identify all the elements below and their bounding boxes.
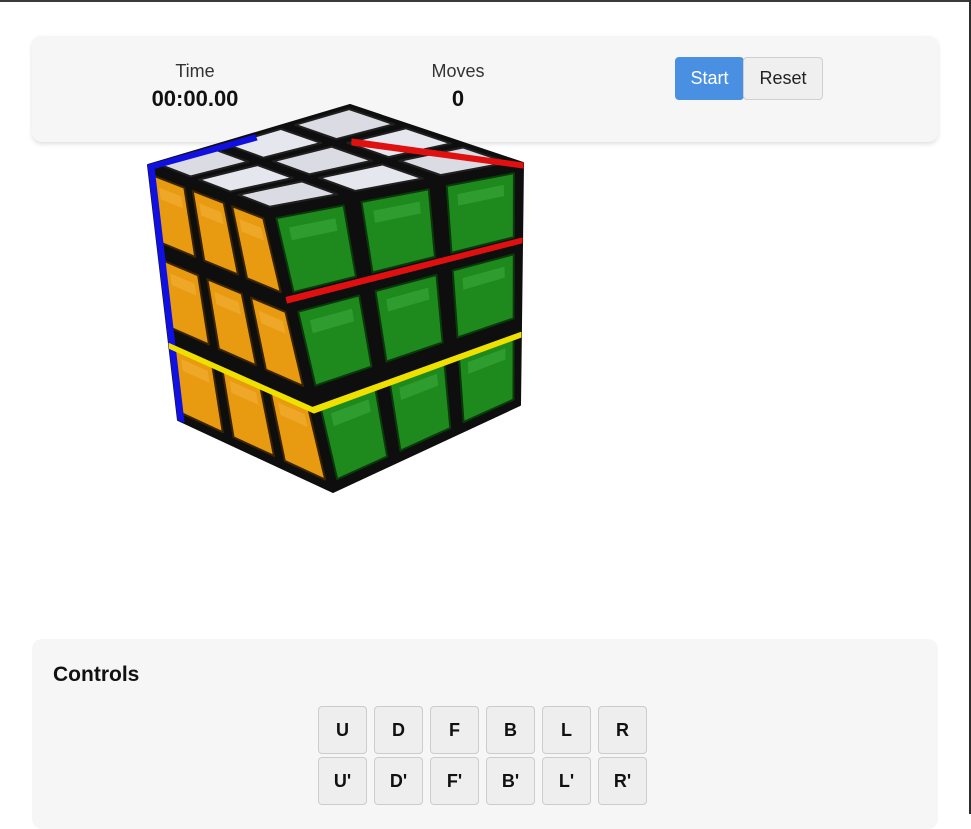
start-button[interactable]: Start — [675, 57, 744, 100]
cube-front-sticker-shine-2-2 — [277, 402, 308, 428]
cube-right-sticker-shine-2-1 — [462, 266, 505, 290]
cube-top-sticker-1-2 — [317, 163, 424, 192]
controls-title: Controls — [53, 663, 140, 686]
move-button-b-prime[interactable]: B' — [486, 757, 535, 805]
cube-right-sticker-shine-0-2 — [330, 399, 371, 427]
time-stat: Time 00:00.00 — [115, 60, 275, 113]
cube-front-sticker-shine-0-2 — [181, 359, 210, 383]
cube-front-sticker-shine-2-1 — [258, 310, 286, 334]
cube-right-sticker-2-0 — [445, 172, 515, 254]
cube-front-sticker-1-2 — [220, 366, 276, 457]
move-button-r[interactable]: R — [598, 706, 647, 754]
cube-right-sticker-shine-0-0 — [289, 218, 338, 241]
cube-right-sticker-shine-1-0 — [373, 201, 421, 223]
move-button-l-prime[interactable]: L' — [542, 757, 591, 805]
cube-right-sticker-0-1 — [297, 294, 373, 387]
cube-front-sticker-0-1 — [162, 259, 211, 346]
top-edge-red — [351, 138, 524, 169]
cube-front-sticker-shine-1-0 — [199, 203, 224, 225]
cube-right-sticker-shine-2-2 — [467, 348, 506, 374]
cube-front-sticker-shine-1-2 — [229, 380, 259, 406]
move-button-u-prime[interactable]: U' — [318, 757, 367, 805]
reset-button[interactable]: Reset — [743, 57, 823, 100]
cube-right-sticker-shine-0-1 — [309, 308, 355, 334]
move-button-l[interactable]: L — [542, 706, 591, 754]
move-button-f[interactable]: F — [430, 706, 479, 754]
cube-top-sticker-1-1 — [272, 145, 373, 176]
cube-front-sticker-2-1 — [249, 296, 305, 387]
window-top-border — [0, 0, 971, 2]
time-value: 00:00.00 — [151, 86, 239, 111]
cube-front-sticker-1-1 — [206, 278, 258, 367]
controls-panel: Controls U D F B L R U' D' F' B' L' R' — [32, 639, 938, 829]
cube-top-sticker-0-1 — [197, 164, 294, 193]
moves-label: Moves — [431, 61, 485, 81]
cube-front-sticker-2-0 — [231, 205, 282, 294]
cube-right-sticker-shine-1-2 — [399, 373, 439, 401]
cube-right-sticker-2-2 — [457, 334, 515, 424]
cube-right-sticker-2-1 — [451, 253, 515, 339]
cube-front-sticker-2-2 — [268, 387, 327, 481]
cube-body — [147, 104, 524, 493]
cube-front-sticker-0-0 — [152, 174, 197, 258]
cube-right-sticker-1-2 — [388, 359, 452, 452]
cube-front-sticker-0-2 — [173, 345, 224, 434]
cube-right-sticker-1-0 — [360, 188, 436, 274]
stats-panel: Time 00:00.00 Moves 0 Start Reset — [32, 36, 938, 142]
right-edge-red — [285, 237, 523, 304]
move-button-b[interactable]: B — [486, 706, 535, 754]
cube-right-sticker-1-1 — [374, 273, 444, 363]
move-button-grid: U D F B L R U' D' F' B' L' R' — [318, 706, 658, 808]
left-edge-blue — [147, 164, 185, 423]
move-button-d[interactable]: D — [374, 706, 423, 754]
bottom-edge-yellow — [168, 331, 522, 414]
move-button-u[interactable]: U — [318, 706, 367, 754]
move-button-d-prime[interactable]: D' — [374, 757, 423, 805]
cube-top-sticker-0-2 — [237, 180, 339, 208]
cube-front-sticker-shine-0-0 — [159, 187, 184, 209]
cube-right-sticker-0-0 — [275, 204, 357, 294]
cube-front-sticker-shine-2-0 — [239, 219, 265, 241]
move-row-counterclockwise: U' D' F' B' L' R' — [318, 757, 658, 808]
move-row-clockwise: U D F B L R — [318, 706, 658, 757]
cube-top-sticker-2-2 — [398, 146, 509, 177]
cube-right-sticker-0-2 — [318, 384, 389, 481]
move-button-r-prime[interactable]: R' — [598, 757, 647, 805]
cube-front-sticker-shine-0-1 — [170, 273, 197, 296]
cube-right-sticker-shine-2-0 — [457, 184, 504, 206]
cube-front-sticker-1-0 — [191, 189, 240, 276]
cube-right-sticker-shine-1-1 — [386, 287, 430, 312]
cube-front-sticker-shine-1-1 — [214, 292, 242, 315]
time-label: Time — [175, 61, 215, 81]
moves-stat: Moves 0 — [378, 60, 538, 113]
cube-top-sticker-0-0 — [158, 147, 250, 178]
moves-value: 0 — [451, 86, 465, 111]
move-button-f-prime[interactable]: F' — [430, 757, 479, 805]
